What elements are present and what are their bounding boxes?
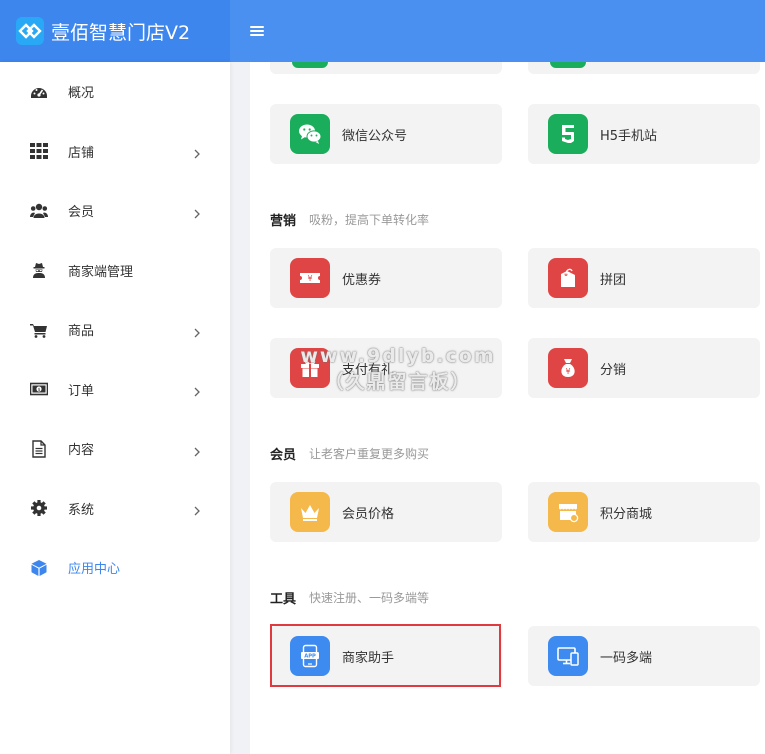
sidebar-item-label: 系统: [68, 502, 95, 518]
sidebar-item-label: 商品: [68, 324, 95, 340]
section-title-members: 会员: [270, 448, 297, 463]
chevron-right-icon: [192, 205, 202, 219]
chevron-right-icon: [192, 502, 202, 516]
points-shop-icon: [548, 492, 588, 532]
hamburger-icon[interactable]: [250, 24, 264, 38]
svg-text:¥: ¥: [307, 274, 312, 283]
sidebar: 概况 店铺 会员 商家端管理 商品 $ 订单 内容 系统 应用中心: [0, 62, 230, 754]
section-subtitle-tools: 快速注册、一码多端等: [309, 591, 430, 605]
card-partial-icon: [292, 62, 328, 68]
coupon-icon: ¥: [290, 258, 330, 298]
chevron-right-icon: [192, 383, 202, 397]
card-label: 拼团: [600, 272, 627, 288]
section-subtitle-members: 让老客户重复更多购买: [309, 447, 430, 461]
sidebar-item-label: 店铺: [68, 145, 95, 161]
sidebar-item-label: 概况: [68, 86, 95, 102]
card-label: 优惠券: [342, 272, 382, 288]
tag-icon: [548, 258, 588, 298]
main-content: 微信公众号 H5手机站 营销 吸粉，提高下单转化率 ¥ 优惠券 拼团 支付有礼 …: [250, 62, 765, 754]
wechat-icon: [290, 114, 330, 154]
chevron-right-icon: [192, 443, 202, 457]
grid-icon: [30, 142, 48, 160]
section-subtitle-marketing: 吸粉，提高下单转化率: [309, 213, 430, 227]
sidebar-item-label: 商家端管理: [68, 264, 134, 280]
chevron-right-icon: [192, 324, 202, 338]
multi-device-icon: [548, 636, 588, 676]
highlight-box: [270, 624, 501, 687]
card-label: 一码多端: [600, 650, 653, 666]
card-label: H5手机站: [600, 128, 658, 144]
card-label: 积分商城: [600, 506, 653, 522]
top-header: 壹佰智慧门店V2: [0, 0, 765, 62]
sidebar-item-orders[interactable]: $ 订单: [0, 360, 230, 420]
logo-icon: [16, 17, 44, 45]
svg-text:$: $: [38, 387, 41, 393]
sidebar-item-merchant-admin[interactable]: 商家端管理: [0, 241, 230, 301]
card-distribution[interactable]: ¥ 分销: [528, 338, 760, 398]
card-member-price[interactable]: 会员价格: [270, 482, 502, 542]
brand-name: 壹佰智慧门店V2: [51, 21, 191, 44]
crown-icon: [290, 492, 330, 532]
card-label: 分销: [600, 362, 627, 378]
sidebar-item-overview[interactable]: 概况: [0, 62, 230, 122]
gear-icon: [30, 499, 48, 517]
money-icon: $: [30, 380, 48, 398]
card-h5-site[interactable]: H5手机站: [528, 104, 760, 164]
card-partial-icon: [550, 62, 586, 68]
section-title-marketing: 营销: [270, 214, 297, 229]
chevron-right-icon: [192, 145, 202, 159]
sidebar-item-app-center[interactable]: 应用中心: [0, 538, 230, 598]
sidebar-item-system[interactable]: 系统: [0, 479, 230, 539]
sidebar-item-label: 应用中心: [68, 562, 121, 578]
sidebar-item-products[interactable]: 商品: [0, 300, 230, 360]
user-secret-icon: [30, 261, 48, 279]
document-icon: [30, 440, 48, 458]
cart-icon: [30, 321, 48, 339]
card-pay-gift[interactable]: 支付有礼: [270, 338, 502, 398]
card-coupon[interactable]: ¥ 优惠券: [270, 248, 502, 308]
section-title-tools: 工具: [270, 592, 297, 607]
users-icon: [30, 202, 48, 220]
sidebar-item-label: 内容: [68, 443, 95, 459]
card-group-buy[interactable]: 拼团: [528, 248, 760, 308]
card-label: 支付有礼: [342, 362, 395, 378]
card-label: 会员价格: [342, 506, 395, 522]
sidebar-item-label: 会员: [68, 205, 95, 221]
card-wechat[interactable]: 微信公众号: [270, 104, 502, 164]
card-points-mall[interactable]: 积分商城: [528, 482, 760, 542]
svg-text:¥: ¥: [565, 367, 570, 376]
gift-icon: [290, 348, 330, 388]
sidebar-item-members[interactable]: 会员: [0, 181, 230, 241]
brand[interactable]: 壹佰智慧门店V2: [0, 0, 230, 62]
cube-icon: [30, 559, 48, 577]
html5-icon: [548, 114, 588, 154]
dashboard-icon: [30, 83, 48, 101]
money-bag-icon: ¥: [548, 348, 588, 388]
sidebar-item-store[interactable]: 店铺: [0, 122, 230, 182]
card-label: 微信公众号: [342, 128, 408, 144]
card-multi-terminal[interactable]: 一码多端: [528, 626, 760, 686]
sidebar-item-content[interactable]: 内容: [0, 419, 230, 479]
sidebar-item-label: 订单: [68, 383, 95, 399]
